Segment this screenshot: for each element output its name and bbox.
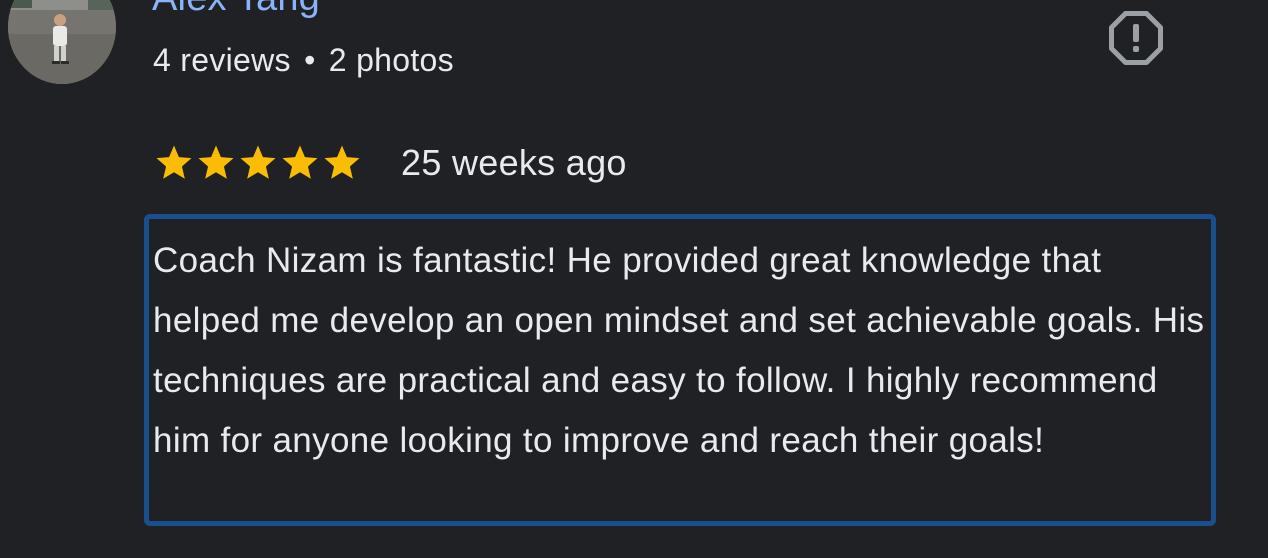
star-icon	[195, 142, 237, 184]
avatar-photo	[8, 0, 116, 84]
reviewer-avatar[interactable]	[8, 0, 116, 84]
reviews-count: 4 reviews	[153, 42, 291, 78]
review-text-box: Coach Nizam is fantastic! He provided gr…	[144, 214, 1216, 526]
star-icon	[321, 142, 363, 184]
photos-count: 2 photos	[328, 42, 454, 78]
report-button[interactable]	[1106, 8, 1166, 68]
star-icon	[153, 142, 195, 184]
reviewer-meta: 4 reviews • 2 photos	[153, 40, 454, 80]
review-date: 25 weeks ago	[401, 142, 627, 183]
star-icon	[279, 142, 321, 184]
review-text: Coach Nizam is fantastic! He provided gr…	[153, 241, 1205, 460]
meta-separator: •	[304, 42, 316, 78]
star-rating	[153, 142, 363, 184]
star-icon	[237, 142, 279, 184]
review-card: Alex Tang 4 reviews • 2 photos 25 weeks …	[0, 0, 1268, 558]
report-icon	[1109, 11, 1163, 65]
reviewer-name[interactable]: Alex Tang	[152, 0, 320, 20]
rating-row: 25 weeks ago	[153, 140, 627, 186]
